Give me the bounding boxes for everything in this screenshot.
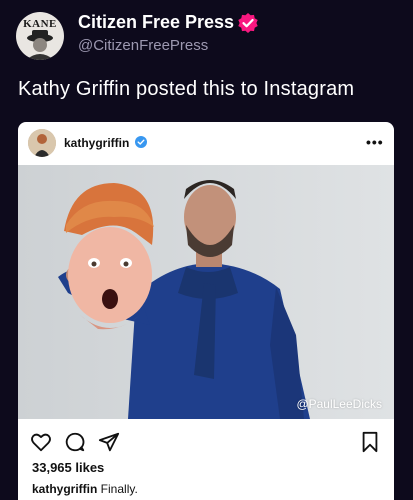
display-name[interactable]: Citizen Free Press xyxy=(78,12,234,33)
instagram-avatar[interactable] xyxy=(28,129,56,157)
instagram-verified-icon xyxy=(135,136,147,148)
likes-count[interactable]: 33,965 likes xyxy=(32,460,104,475)
caption-username[interactable]: kathygriffin xyxy=(32,482,97,496)
post-actions xyxy=(18,427,394,457)
post-image[interactable] xyxy=(18,165,394,419)
tweet-text: Kathy Griffin posted this to Instagram xyxy=(18,78,355,100)
comment-icon[interactable] xyxy=(64,431,86,453)
instagram-header: kathygriffin ••• xyxy=(18,122,394,164)
tweet-header: KANE Citizen Free Press @CitizenFreePres… xyxy=(0,0,413,66)
profile-avatar[interactable]: KANE xyxy=(16,12,64,60)
heart-icon[interactable] xyxy=(30,431,52,453)
post-photo-illustration xyxy=(18,165,394,419)
verified-badge-icon xyxy=(238,13,258,33)
caption: kathygriffin Finally. xyxy=(32,482,138,496)
handle[interactable]: @CitizenFreePress xyxy=(78,37,208,54)
more-options-icon[interactable]: ••• xyxy=(366,134,384,150)
share-icon[interactable] xyxy=(98,431,120,453)
instagram-username[interactable]: kathygriffin xyxy=(64,136,129,150)
bookmark-icon[interactable] xyxy=(360,431,380,453)
watermark: @PaulLeeDicks xyxy=(296,397,382,411)
instagram-embed[interactable]: kathygriffin ••• @PaulLeeDicks 33,965 li… xyxy=(18,122,394,500)
caption-text: Finally. xyxy=(97,482,138,496)
